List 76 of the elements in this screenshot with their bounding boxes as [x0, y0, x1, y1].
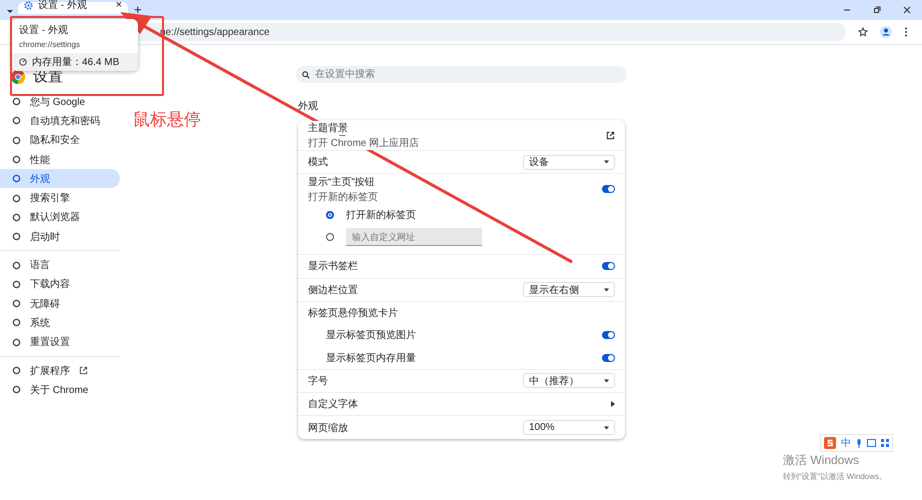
search-icon: [302, 70, 310, 78]
sidebar-item[interactable]: 搜索引擎: [0, 188, 120, 208]
row-label: 显示书签栏: [308, 260, 358, 274]
row-sublabel: 打开新的标签页: [308, 190, 378, 204]
sidebar-item[interactable]: 扩展程序: [0, 360, 120, 380]
tab-list-icon[interactable]: [6, 7, 14, 15]
close-icon[interactable]: [902, 5, 912, 15]
toggle-switch[interactable]: [602, 262, 615, 270]
new-tab-button[interactable]: +: [134, 2, 142, 17]
section-title: 外观: [298, 100, 319, 113]
ime-logo-icon: [824, 437, 836, 449]
sidebar-item[interactable]: 启动时: [0, 227, 120, 246]
sidebar-item[interactable]: 外观: [0, 169, 120, 188]
sidebar-item[interactable]: 您与 Google: [0, 92, 120, 112]
row-label: 模式: [308, 156, 328, 170]
url-input-field[interactable]: 输入自定义网址: [346, 228, 482, 246]
radio-button[interactable]: [326, 211, 334, 220]
restore-icon[interactable]: [872, 5, 882, 15]
sidebar-item[interactable]: 默认浏览器: [0, 208, 120, 228]
row-label: 字号: [308, 374, 328, 388]
dropdown-caret-icon: [604, 378, 609, 383]
chrome-logo-icon: [11, 70, 25, 84]
search-input[interactable]: 在设置中搜索: [315, 69, 565, 80]
activation-message: 转到“设置”以激活 Windows。: [783, 471, 888, 482]
star-icon[interactable]: [858, 27, 868, 37]
sidebar-item[interactable]: 重置设置: [0, 332, 120, 352]
external-link-icon: [79, 366, 88, 375]
sidebar-item[interactable]: 自动填充和密码: [0, 111, 120, 131]
hover-card-url: chrome://settings: [19, 40, 81, 49]
row-label: 显示标签页内存用量: [326, 352, 416, 365]
microphone-icon: [856, 438, 862, 448]
dropdown[interactable]: 中（推荐）: [523, 373, 615, 388]
profile-icon[interactable]: [880, 26, 892, 38]
toggle-switch[interactable]: [602, 331, 615, 340]
dropdown-caret-icon: [604, 426, 609, 430]
row-label: 显示标签页预览图片: [326, 328, 416, 342]
row-sublabel: 打开 Chrome 网上应用店: [308, 136, 420, 150]
sidebar-item[interactable]: 关于 Chrome: [0, 380, 120, 400]
row-label: 侧边栏位置: [308, 284, 358, 297]
row-label: 主题背景: [308, 120, 348, 134]
radio-label: 打开新的标签页: [346, 208, 416, 222]
toggle-switch[interactable]: [602, 185, 615, 194]
row-label: 标签页悬停预览卡片: [308, 306, 398, 320]
dropdown-caret-icon: [604, 160, 609, 164]
browser-tab[interactable]: 设置 - 外观 ×: [18, 2, 128, 14]
sidebar-item[interactable]: 下载内容: [0, 274, 120, 294]
gauge-icon: [19, 58, 27, 66]
close-tab-button[interactable]: ×: [116, 0, 122, 11]
row-label: 显示“主页”按钮: [308, 176, 376, 189]
external-link-icon[interactable]: [606, 130, 615, 140]
dropdown[interactable]: 100%: [523, 420, 615, 436]
sidebar-item[interactable]: 语言: [0, 255, 120, 275]
dropdown-caret-icon: [604, 288, 609, 292]
row-label: 网页缩放: [308, 422, 348, 435]
chevron-right-icon[interactable]: [611, 401, 615, 408]
tab-title: 设置 - 外观: [38, 0, 88, 12]
dropdown[interactable]: 设备: [523, 154, 615, 170]
ime-mode-label: 中: [841, 436, 851, 450]
ime-toolbar[interactable]: 中: [820, 434, 893, 452]
search-field[interactable]: 在设置中搜索: [296, 66, 627, 83]
grid-icon: [881, 439, 889, 447]
sidebar-item[interactable]: 性能: [0, 150, 120, 170]
row-label: 自定义字体: [308, 398, 358, 412]
radio-button[interactable]: [326, 233, 334, 242]
settings-icon: [24, 0, 33, 10]
activation-title: 激活 Windows: [783, 452, 860, 469]
dropdown[interactable]: 显示在右侧: [523, 282, 615, 298]
hover-card-title: 设置 - 外观: [19, 24, 69, 37]
menu-icon[interactable]: [904, 27, 908, 37]
toggle-switch[interactable]: [602, 354, 615, 362]
sidebar-item[interactable]: 无障碍: [0, 294, 120, 314]
sidebar-item[interactable]: 隐私和安全: [0, 130, 120, 150]
memory-usage-text: 内存用量：46.4 MB: [32, 56, 120, 69]
annotation-text: 鼠标悬停: [133, 109, 201, 131]
keyboard-icon: [867, 439, 876, 447]
sidebar-item[interactable]: 系统: [0, 313, 120, 333]
